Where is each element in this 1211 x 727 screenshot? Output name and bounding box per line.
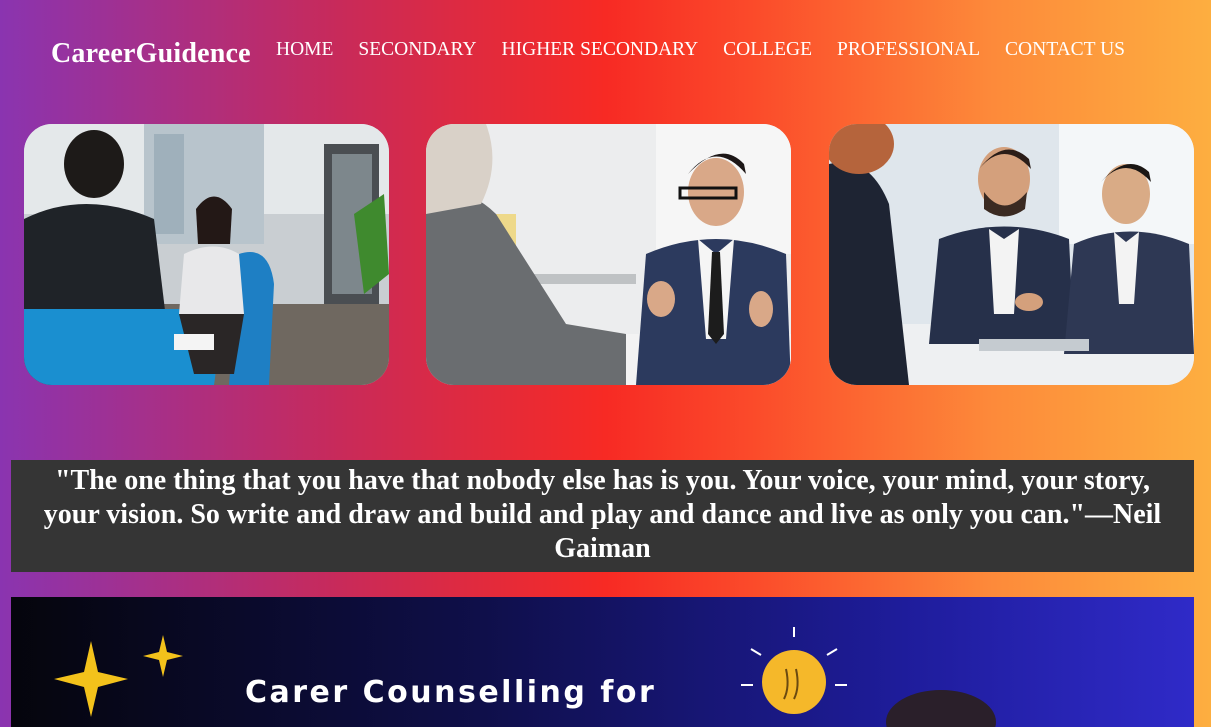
nav-professional[interactable]: PROFESSIONAL	[837, 39, 980, 61]
business-meeting-photo	[829, 124, 1194, 385]
lightbulb-icon	[741, 627, 847, 714]
interview-photo	[426, 124, 791, 385]
site-logo[interactable]: CareerGuidence	[51, 38, 251, 70]
nav-college[interactable]: COLLEGE	[723, 39, 812, 61]
counselling-session-photo	[24, 124, 389, 385]
nav-higher-secondary[interactable]: HIGHER SECONDARY	[502, 39, 699, 61]
counselling-banner: Carer Counselling for	[11, 597, 1194, 727]
nav-contact-us[interactable]: CONTACT US	[1005, 39, 1125, 61]
banner-title: Carer Counselling for	[245, 675, 657, 710]
main-nav: HOME SECONDARY HIGHER SECONDARY COLLEGE …	[276, 39, 1150, 61]
nav-secondary[interactable]: SECONDARY	[358, 39, 476, 61]
nav-home[interactable]: HOME	[276, 39, 333, 61]
quote-banner: "The one thing that you have that nobody…	[11, 460, 1194, 572]
person-illustration	[886, 690, 996, 727]
star-icon	[54, 635, 183, 717]
